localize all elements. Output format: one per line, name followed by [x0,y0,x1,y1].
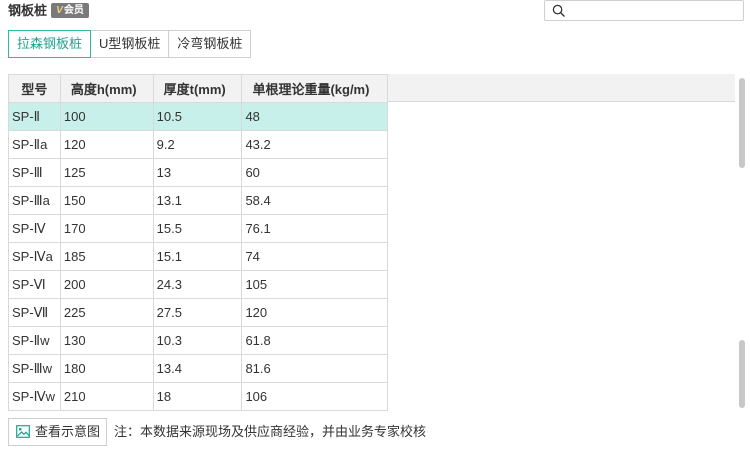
scrollbar-thumb-lower[interactable] [739,340,745,408]
view-diagram-label: 查看示意图 [35,424,101,439]
cell-weight: 60 [241,158,388,187]
cell-weight: 48 [241,102,388,131]
vip-badge-label: 会员 [63,5,84,16]
cell-model: SP-Ⅱ [8,102,61,131]
cell-weight: 120 [241,298,388,327]
cell-height: 130 [59,326,154,355]
column-header-height[interactable]: 高度h(mm) [59,74,154,103]
cell-thickness: 27.5 [152,298,243,327]
cell-height: 120 [59,130,154,159]
cell-thickness: 9.2 [152,130,243,159]
cell-height: 100 [59,102,154,131]
cell-height: 180 [59,354,154,383]
cell-thickness: 24.3 [152,270,243,299]
cell-thickness: 10.3 [152,326,243,355]
tab-cold-bent-sheet-pile[interactable]: 冷弯钢板桩 [168,30,252,58]
cell-height: 210 [59,382,154,411]
cell-model: SP-Ⅳw [8,382,61,411]
data-source-note: 注：本数据来源现场及供应商经验，并由业务专家校核 [114,424,427,439]
table-row[interactable]: SP-Ⅲ 125 13 60 [8,158,388,187]
cell-height: 225 [59,298,154,327]
cell-weight: 76.1 [241,214,388,243]
cell-thickness: 13 [152,158,243,187]
spec-table: 型号 高度h(mm) 厚度t(mm) 单根理论重量(kg/m) SP-Ⅱ 100 1… [8,74,388,411]
cell-thickness: 10.5 [152,102,243,131]
search-box[interactable] [544,0,744,21]
search-input[interactable] [571,2,739,19]
cell-model: SP-Ⅲa [8,186,61,215]
tab-u-sheet-pile[interactable]: U型钢板桩 [90,30,170,58]
cell-height: 170 [59,214,154,243]
table-row[interactable]: SP-Ⅳ 170 15.5 76.1 [8,214,388,243]
cell-model: SP-Ⅳ [8,214,61,243]
scrollbar-thumb[interactable] [739,78,745,168]
cell-model: SP-Ⅱa [8,130,61,159]
cell-height: 200 [59,270,154,299]
table-row[interactable]: SP-Ⅵ 200 24.3 105 [8,270,388,299]
column-header-model[interactable]: 型号 [8,74,61,103]
cell-weight: 106 [241,382,388,411]
cell-thickness: 15.1 [152,242,243,271]
cell-weight: 81.6 [241,354,388,383]
column-header-thickness[interactable]: 厚度t(mm) [152,74,243,103]
cell-weight: 43.2 [241,130,388,159]
cell-thickness: 13.1 [152,186,243,215]
table-body: SP-Ⅱ 100 10.5 48 SP-Ⅱa 120 9.2 43.2 SP-Ⅲ 125 13 60 S… [8,102,388,411]
tab-bar: 拉森钢板桩 U型钢板桩 冷弯钢板桩 [8,30,252,58]
cell-thickness: 13.4 [152,354,243,383]
vip-badge-mark: V [56,5,63,16]
table-row[interactable]: SP-Ⅳw 210 18 106 [8,382,388,411]
table-row[interactable]: SP-Ⅲa 150 13.1 58.4 [8,186,388,215]
cell-weight: 61.8 [241,326,388,355]
vip-badge: V会员 [51,3,89,18]
cell-weight: 58.4 [241,186,388,215]
image-icon [16,425,30,438]
cell-height: 125 [59,158,154,187]
cell-thickness: 15.5 [152,214,243,243]
table-row[interactable]: SP-Ⅱw 130 10.3 61.8 [8,326,388,355]
cell-model: SP-Ⅱw [8,326,61,355]
cell-model: SP-Ⅵ [8,270,61,299]
cell-weight: 105 [241,270,388,299]
page-title: 钢板桩 [8,3,48,18]
column-header-weight[interactable]: 单根理论重量(kg/m) [241,74,388,103]
table-row[interactable]: SP-Ⅱa 120 9.2 43.2 [8,130,388,159]
table-row[interactable]: SP-Ⅲw 180 13.4 81.6 [8,354,388,383]
cell-height: 150 [59,186,154,215]
table-row[interactable]: SP-Ⅳa 185 15.1 74 [8,242,388,271]
table-row[interactable]: SP-Ⅶ 225 27.5 120 [8,298,388,327]
cell-model: SP-Ⅲw [8,354,61,383]
table-header-row: 型号 高度h(mm) 厚度t(mm) 单根理论重量(kg/m) [8,74,388,103]
table-row[interactable]: SP-Ⅱ 100 10.5 48 [8,102,388,131]
tab-larsen-sheet-pile[interactable]: 拉森钢板桩 [8,30,92,58]
cell-model: SP-Ⅳa [8,242,61,271]
cell-thickness: 18 [152,382,243,411]
search-icon [552,4,565,17]
cell-model: SP-Ⅲ [8,158,61,187]
cell-height: 185 [59,242,154,271]
spec-table-wrap: 型号 高度h(mm) 厚度t(mm) 单根理论重量(kg/m) SP-Ⅱ 100 1… [8,74,388,411]
view-diagram-button[interactable]: 查看示意图 [8,418,108,446]
cell-weight: 74 [241,242,388,271]
cell-model: SP-Ⅶ [8,298,61,327]
